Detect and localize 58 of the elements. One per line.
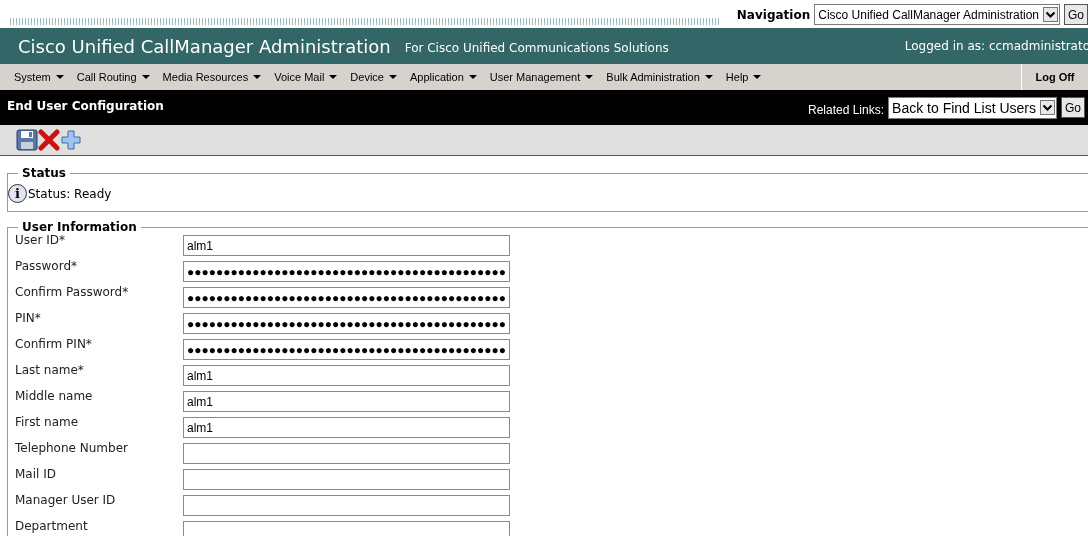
caret-icon (468, 75, 477, 79)
input-field[interactable]: ●●●●●●●●●●●●●●●●●●●●●●●●●●●●●●●●●●●●●●●●●●●● (183, 313, 510, 334)
add-icon[interactable] (60, 129, 82, 151)
input-field[interactable]: alm1 (183, 391, 510, 412)
navigation-label: Navigation (736, 7, 811, 22)
caret-icon (388, 75, 397, 79)
page-title: End User Configuration (6, 98, 164, 115)
input-field[interactable]: ●●●●●●●●●●●●●●●●●●●●●●●●●●●●●●●●●●●●●●●●●●●● (183, 261, 510, 282)
menu-item[interactable]: Help (725, 71, 762, 83)
input-field[interactable]: ●●●●●●●●●●●●●●●●●●●●●●●●●●●●●●●●●●●●●●●●●●●● (183, 287, 510, 308)
menu-item[interactable]: System (14, 71, 64, 83)
input-field[interactable] (183, 469, 510, 490)
field-label: Department (14, 519, 89, 533)
menu-item[interactable]: Device (350, 71, 397, 83)
menu-item[interactable]: User Management (489, 71, 594, 83)
field-label: Confirm Password* (14, 285, 130, 299)
status-text: Status: Ready (28, 186, 112, 201)
input-field[interactable] (183, 521, 510, 536)
caret-icon (55, 75, 64, 79)
caret-icon (704, 75, 713, 79)
related-links-label: Related Links: (808, 102, 885, 117)
caret-icon (329, 75, 338, 79)
input-field[interactable]: ●●●●●●●●●●●●●●●●●●●●●●●●●●●●●●●●●●●●●●●●●●●● (183, 339, 510, 360)
input-field[interactable]: alm1 (183, 365, 510, 386)
caret-icon (585, 75, 594, 79)
menu-item[interactable]: Voice Mail (274, 71, 338, 83)
field-label: Middle name (14, 389, 94, 403)
info-icon: i (8, 184, 27, 203)
field-label: Manager User ID (14, 493, 117, 507)
menu-item[interactable]: Application (409, 71, 477, 83)
field-label: First name (14, 415, 80, 429)
delete-icon[interactable] (38, 129, 60, 151)
field-label: PIN* (14, 311, 42, 325)
caret-icon (753, 75, 762, 79)
navigation-select[interactable]: Cisco Unified CallManager Administration (814, 4, 1060, 25)
input-field[interactable]: alm1 (183, 235, 510, 256)
input-field[interactable] (183, 495, 510, 516)
field-label: User ID* (14, 233, 66, 247)
field-label: Confirm PIN* (14, 337, 93, 351)
caret-icon (141, 75, 150, 79)
field-label: Last name* (14, 363, 85, 377)
field-label: Telephone Number (14, 441, 129, 455)
menu-item[interactable]: Call Routing (76, 71, 150, 83)
app-title: Cisco Unified CallManager Administration (18, 35, 391, 57)
status-legend: Status (18, 166, 70, 180)
user-information-legend: User Information (18, 220, 141, 234)
related-links-select[interactable]: Back to Find List Users (888, 96, 1057, 119)
go-button[interactable]: Go (1064, 4, 1088, 25)
menu-item[interactable]: Media Resources (162, 71, 262, 83)
field-label: Password* (14, 259, 79, 273)
save-icon[interactable] (16, 129, 38, 151)
input-field[interactable]: alm1 (183, 417, 510, 438)
app-subtitle: For Cisco Unified Communications Solutions (404, 41, 669, 55)
input-field[interactable] (183, 443, 510, 464)
caret-icon (253, 75, 262, 79)
menu-item[interactable]: Bulk Administration (606, 71, 713, 83)
field-label: Mail ID (14, 467, 57, 481)
go-button[interactable]: Go (1061, 97, 1085, 118)
